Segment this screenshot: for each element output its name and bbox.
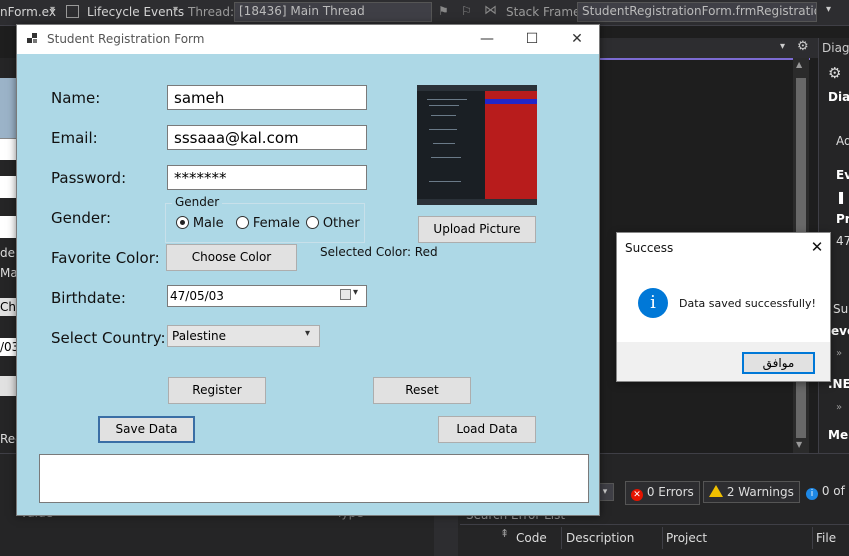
sort-icon[interactable]: ⇞ <box>500 527 509 540</box>
favorite-color-label: Favorite Color: <box>51 249 160 267</box>
error-icon: ✕ <box>631 489 643 501</box>
name-input[interactable]: sameh <box>167 85 367 110</box>
warnings-count: 2 Warnings <box>726 485 794 499</box>
radio-icon <box>236 216 249 229</box>
success-dialog: Success ✕ i Data saved successfully! موا… <box>616 232 831 382</box>
flag-icon[interactable]: ⚑ <box>438 4 449 18</box>
select-country-label: Select Country: <box>51 329 166 347</box>
gender-label: Gender: <box>51 209 112 227</box>
birthdate-picker[interactable]: 47/05/03 ▾ <box>167 285 367 307</box>
col-description-header[interactable]: Description <box>566 531 634 545</box>
dialog-message: Data saved successfully! <box>679 297 816 310</box>
errors-count: 0 Errors <box>646 485 694 499</box>
messages-count: 0 of <box>821 484 845 498</box>
chevron-down-icon[interactable]: ▾ <box>780 41 785 52</box>
gender-other-radio[interactable]: Other <box>306 216 360 231</box>
maximize-button[interactable]: ☐ <box>509 25 555 54</box>
expand-icon[interactable]: » <box>836 402 842 413</box>
flag-filter-icon[interactable]: ⚐ <box>461 4 472 18</box>
lifecycle-events-dropdown[interactable]: Lifecycle Events <box>87 5 184 19</box>
output-textbox[interactable] <box>39 454 589 503</box>
col-file-header[interactable]: File <box>816 531 836 545</box>
editor-accent-line <box>600 58 810 60</box>
chevron-down-icon[interactable]: ▾ <box>353 287 358 298</box>
gender-male-radio[interactable]: Male <box>176 216 224 231</box>
dialog-footer: موافق <box>617 342 830 381</box>
radio-icon <box>306 216 319 229</box>
expand-icon[interactable]: » <box>836 348 842 359</box>
close-button[interactable]: ✕ <box>554 25 600 54</box>
errors-filter-button[interactable]: ✕ 0 Errors <box>625 481 700 505</box>
info-icon: i <box>638 288 668 318</box>
scroll-up-icon[interactable]: ▲ <box>796 60 802 69</box>
col-code-header[interactable]: Code <box>516 531 547 545</box>
scroll-down-icon[interactable]: ▼ <box>796 440 802 449</box>
events-fragment-2: ever <box>831 324 849 338</box>
process-fragment: Pro <box>836 212 849 226</box>
email-label: Email: <box>51 129 98 147</box>
gender-female-radio[interactable]: Female <box>236 216 300 231</box>
password-input[interactable]: ******* <box>167 165 367 190</box>
gender-other-label: Other <box>322 216 360 231</box>
gender-group-legend: Gender <box>172 195 223 209</box>
events-fragment: Eve <box>836 168 849 182</box>
gear-icon[interactable]: ⚙ <box>797 39 809 54</box>
window-title: Student Registration Form <box>47 32 205 46</box>
minimize-button[interactable]: — <box>464 25 510 54</box>
close-icon[interactable]: ✕ <box>804 233 830 261</box>
stack-frame-dropdown[interactable]: StudentRegistrationForm.frmRegistration. <box>577 2 817 22</box>
country-value: Palestine <box>172 329 227 343</box>
editor-tab-strip: ▾ ⚙ <box>600 38 818 58</box>
reset-button[interactable]: Reset <box>373 377 471 404</box>
app-icon <box>27 33 37 43</box>
pause-icon[interactable]: ❚❚ <box>836 190 849 204</box>
chevron-down-icon[interactable]: ▾ <box>173 4 178 15</box>
choose-color-button[interactable]: Choose Color <box>166 244 297 271</box>
thread-label: Thread: <box>188 5 235 19</box>
student-registration-window: Student Registration Form — ☐ ✕ Name: sa… <box>16 24 600 516</box>
chevron-down-icon[interactable]: ▾ <box>305 328 310 339</box>
memory-fragment: Mem <box>828 428 849 442</box>
picture-preview <box>417 85 537 205</box>
form-titlebar[interactable]: Student Registration Form — ☐ ✕ <box>17 25 599 54</box>
save-data-button[interactable]: Save Data <box>98 416 195 443</box>
info-icon: i <box>806 488 818 500</box>
warnings-filter-button[interactable]: 2 Warnings <box>703 481 800 503</box>
vs-left-panel: der Ma Cho /03 Reg <box>0 58 23 453</box>
warning-icon <box>709 485 723 497</box>
load-data-button[interactable]: Load Data <box>438 416 536 443</box>
process-value: 47 <box>836 234 849 248</box>
thread-dropdown[interactable]: [18436] Main Thread <box>234 2 432 22</box>
gender-female-label: Female <box>252 216 300 231</box>
upload-picture-button[interactable]: Upload Picture <box>418 216 536 243</box>
selected-color-text: Selected Color: Red <box>320 245 438 259</box>
chevron-down-icon[interactable]: ▾ <box>50 4 55 15</box>
vs-debug-toolbar: nForm.ex ▾ Lifecycle Events ▾ Thread: [1… <box>0 0 849 26</box>
ad-fragment: Ad <box>836 134 849 148</box>
stack-frame-label: Stack Frame: <box>506 5 585 19</box>
country-select[interactable]: Palestine ▾ <box>167 325 320 347</box>
lifecycle-icon[interactable] <box>66 5 79 18</box>
radio-selected-icon <box>176 216 189 229</box>
diag-header: Diag <box>828 90 849 104</box>
email-input[interactable]: sssaaa@kal.com <box>167 125 367 150</box>
messages-filter-button[interactable]: i 0 of <box>806 484 845 500</box>
process-dropdown[interactable]: nForm.ex <box>0 5 56 19</box>
name-label: Name: <box>51 89 101 107</box>
birthdate-label: Birthdate: <box>51 289 126 307</box>
threads-icon[interactable]: ⋈ <box>484 3 497 18</box>
net-fragment: .NET <box>828 377 849 391</box>
gender-male-label: Male <box>192 216 224 231</box>
col-project-header[interactable]: Project <box>666 531 707 545</box>
gear-icon[interactable]: ⚙ <box>828 64 841 82</box>
summary-fragment[interactable]: Sum <box>833 302 849 316</box>
chevron-down-icon[interactable]: ▾ <box>826 4 831 15</box>
diagnostics-title: Diagn <box>822 41 849 55</box>
dialog-title: Success <box>625 241 674 255</box>
ok-button[interactable]: موافق <box>742 352 815 374</box>
password-label: Password: <box>51 169 127 187</box>
register-button[interactable]: Register <box>168 377 266 404</box>
birthdate-value: 47/05/03 <box>170 289 224 303</box>
calendar-icon[interactable] <box>340 289 351 300</box>
